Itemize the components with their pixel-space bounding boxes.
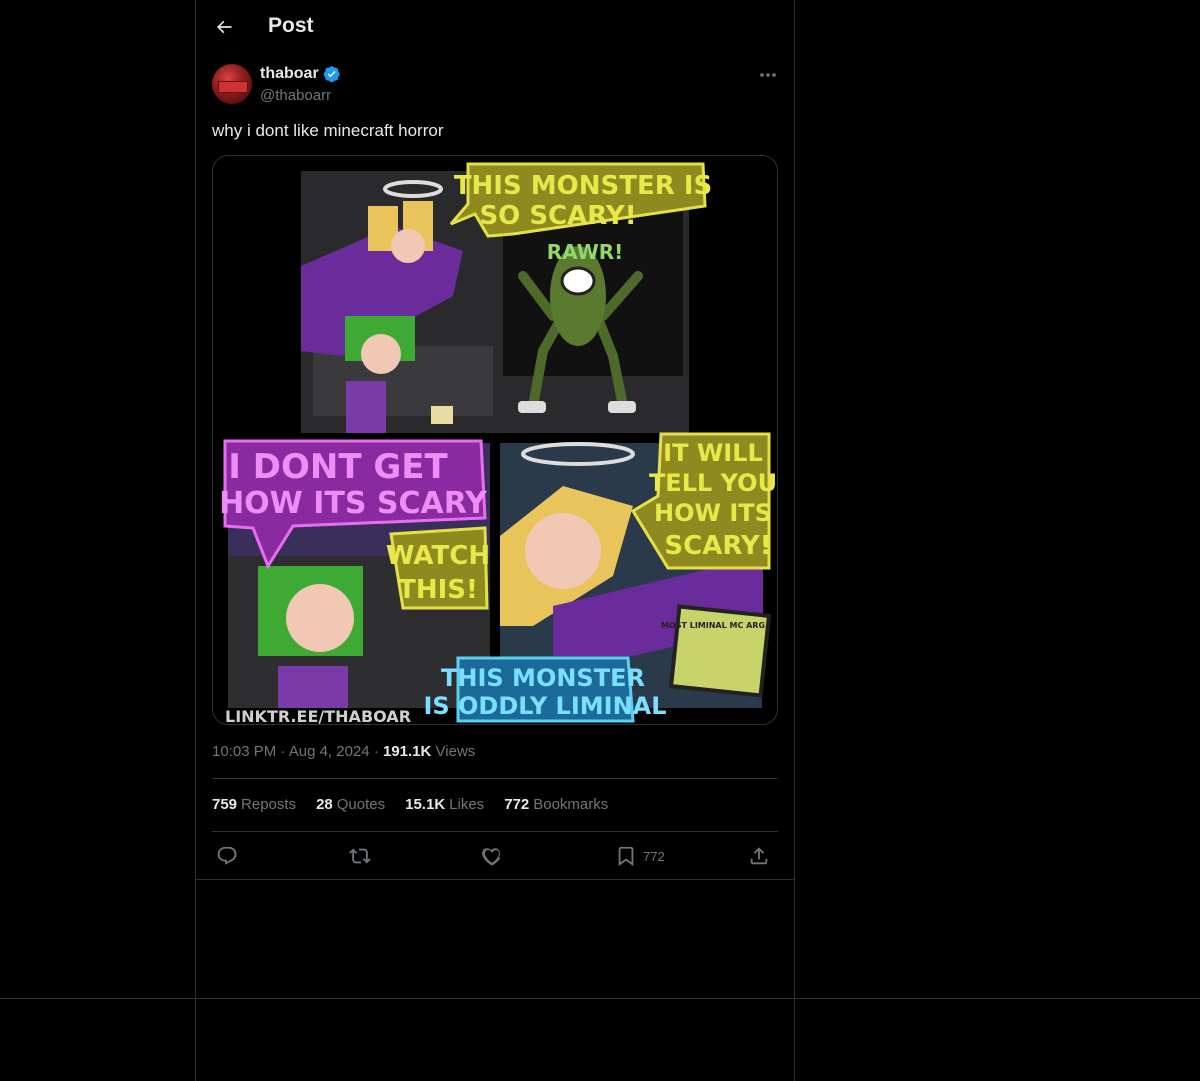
post-image[interactable]: THIS MONSTER IS SO SCARY! RAWR! I DONT G… bbox=[212, 155, 778, 725]
rawr-text: RAWR! bbox=[547, 240, 624, 264]
bubble2-line1: I DONT GET bbox=[228, 447, 448, 487]
bubble3-line2: TELL YOU bbox=[649, 469, 777, 497]
comic-credit: LINKTR.EE/THABOAR bbox=[225, 707, 411, 724]
bubble3-line1: IT WILL bbox=[663, 439, 763, 467]
comic-illustration: THIS MONSTER IS SO SCARY! RAWR! I DONT G… bbox=[213, 156, 777, 724]
header: Post bbox=[196, 0, 794, 54]
author-handle[interactable]: @thaboarr bbox=[260, 87, 331, 104]
views-count: 191.1K bbox=[382, 743, 432, 760]
back-button[interactable] bbox=[210, 13, 238, 41]
page-title: Post bbox=[268, 14, 314, 37]
bubble3-line4: SCARY! bbox=[664, 531, 771, 561]
author-name-row[interactable]: thaboar bbox=[260, 65, 341, 83]
post-stats: 759 Reposts 28 Quotes 15.1K Likes 772 Bookma… bbox=[212, 796, 608, 813]
divider bbox=[212, 778, 778, 779]
bottom-divider bbox=[0, 998, 1200, 999]
like-button[interactable] bbox=[481, 845, 503, 867]
bubble1-line2: SO SCARY! bbox=[479, 201, 636, 231]
watch-line1: WATCH bbox=[386, 541, 490, 571]
author-name[interactable]: thaboar bbox=[260, 65, 319, 83]
share-button[interactable] bbox=[748, 845, 770, 867]
divider bbox=[196, 879, 794, 880]
action-bar: 772 bbox=[212, 841, 778, 871]
reposts-stat[interactable]: 759 Reposts bbox=[212, 796, 296, 813]
post-time[interactable]: 10:03 PM bbox=[212, 743, 276, 760]
post-column: Post thaboar @thaboarr why i dont like m… bbox=[195, 0, 795, 1081]
back-arrow-icon bbox=[217, 20, 232, 34]
quotes-stat[interactable]: 28 Quotes bbox=[316, 796, 385, 813]
post-text: why i dont like minecraft horror bbox=[212, 121, 444, 140]
bubble3-line3: HOW ITS bbox=[654, 499, 772, 527]
avatar[interactable] bbox=[212, 64, 252, 104]
bubble2-line2: HOW ITS SCARY bbox=[219, 486, 488, 521]
reply-button[interactable] bbox=[216, 845, 238, 867]
bookmark-button[interactable]: 772 bbox=[615, 845, 665, 867]
verified-badge-icon bbox=[323, 66, 340, 83]
post-meta: 10:03 PM · Aug 4, 2024 · 191.1K Views bbox=[212, 743, 476, 760]
bookmark-count: 772 bbox=[643, 848, 665, 864]
bubble4-line1: THIS MONSTER bbox=[441, 664, 645, 692]
views-label: Views bbox=[435, 743, 476, 760]
divider bbox=[212, 831, 778, 832]
repost-icon bbox=[349, 848, 371, 864]
watch-line2: THIS! bbox=[398, 575, 478, 605]
screen-label: MOST LIMINAL MC ARG bbox=[661, 621, 765, 630]
reply-icon bbox=[217, 846, 237, 865]
bookmarks-stat[interactable]: 772 Bookmarks bbox=[504, 796, 608, 813]
bookmark-icon bbox=[618, 846, 634, 866]
bubble1-line1: THIS MONSTER IS bbox=[454, 171, 712, 201]
bubble4-line2: IS ODDLY LIMINAL bbox=[423, 692, 666, 720]
heart-icon bbox=[482, 848, 501, 866]
repost-button[interactable] bbox=[349, 845, 371, 867]
more-options-button[interactable] bbox=[752, 64, 784, 86]
more-dots-icon bbox=[760, 73, 776, 77]
likes-stat[interactable]: 15.1K Likes bbox=[405, 796, 484, 813]
share-icon bbox=[750, 847, 768, 865]
post-date[interactable]: Aug 4, 2024 bbox=[289, 743, 370, 760]
